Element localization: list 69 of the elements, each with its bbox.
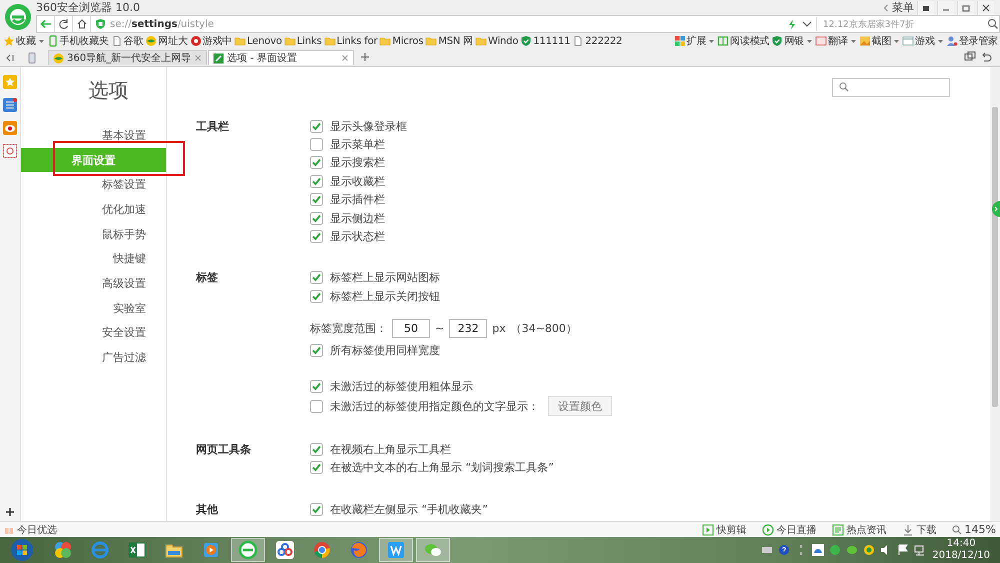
nav-item[interactable]: 鼠标手势 <box>21 222 166 246</box>
nav-item[interactable]: 广告过滤 <box>21 345 166 370</box>
option-label: 未激活过的标签使用指定颜色的文字显示： <box>330 398 539 414</box>
nav-item[interactable]: 安全设置 <box>21 320 166 346</box>
url-text[interactable]: se://settings/uistyle <box>110 18 214 30</box>
bookmark-link[interactable]: 111111 <box>533 36 570 46</box>
toolbar-button[interactable]: 阅读模式 <box>730 34 770 48</box>
nav-item[interactable]: 优化加速 <box>21 197 166 222</box>
clock-time: 14:40 <box>946 538 976 550</box>
toolbar-button[interactable]: 翻译 <box>828 34 848 48</box>
option-label: 未激活过的标签使用粗体显示 <box>330 378 473 394</box>
section-title: 工具栏 <box>196 118 230 134</box>
toolbar-button[interactable]: 截图 <box>872 34 892 48</box>
page-title: 选项 <box>88 76 128 104</box>
nav-item[interactable]: 基本设置 <box>21 123 166 148</box>
option-label: 所有标签使用同样宽度 <box>330 343 440 358</box>
option-label: 显示搜索栏 <box>330 155 385 170</box>
range-hint: （34~800） <box>510 321 577 336</box>
bookmark-link[interactable]: 222222 <box>585 36 622 46</box>
browser-tab[interactable]: 选项 - 界面设置 <box>208 50 354 65</box>
status-link[interactable]: 热点资讯 <box>846 522 887 536</box>
bookmark-link[interactable]: Links <box>296 36 322 46</box>
bookmark-link[interactable]: Links for <box>336 36 378 46</box>
number-field[interactable]: 232 <box>449 319 488 338</box>
option-label: 标签宽度范围： <box>310 321 387 336</box>
status-link[interactable]: 今日优选 <box>17 522 57 536</box>
option-label: 显示头像登录框 <box>330 118 407 134</box>
option-label: 标签栏上显示关闭按钮 <box>330 288 440 304</box>
toolbar-button[interactable]: 网银 <box>784 34 804 48</box>
nav-item[interactable]: 标签设置 <box>21 172 166 198</box>
range-separator: ~ <box>435 322 444 336</box>
bookmark-link[interactable]: Micros <box>392 36 424 46</box>
status-link[interactable]: 今日直播 <box>776 522 817 536</box>
nav-item[interactable]: 快捷键 <box>21 246 166 272</box>
status-link[interactable]: 下载 <box>916 522 937 536</box>
option-label: 显示菜单栏 <box>330 137 385 152</box>
option-label: 显示收藏栏 <box>330 174 385 189</box>
browser-tab[interactable]: 360导航_新一代安全上网导 <box>48 50 208 65</box>
unit-label: px <box>492 322 506 336</box>
bookmark-link[interactable]: 手机收藏夹 <box>60 34 109 48</box>
zoom-level[interactable]: 145% <box>964 523 996 536</box>
bookmark-link[interactable]: 游戏中 <box>202 34 232 48</box>
option-label: 标签栏上显示网站图标 <box>330 270 440 286</box>
menu-button[interactable]: 菜单 <box>892 0 914 15</box>
option-label: 显示插件栏 <box>330 192 385 208</box>
clock-date: 2018/12/10 <box>932 550 990 562</box>
option-label: 在被选中文本的右上角显示 “划词搜索工具条” <box>330 460 554 476</box>
section-title: 其他 <box>196 502 219 518</box>
toolbar-button[interactable]: 游戏 <box>915 34 935 48</box>
bookmark-link[interactable]: 谷歌 <box>124 34 144 48</box>
bookmark-link[interactable]: 收藏 <box>16 34 36 48</box>
bookmark-link[interactable]: Lenovo <box>247 36 282 46</box>
toolbar-button[interactable]: 登录管家 <box>958 34 998 48</box>
section-title: 网页工具条 <box>196 442 252 458</box>
bookmark-link[interactable]: MSN 网 <box>438 34 473 48</box>
option-label: 在收藏栏左侧显示 “手机收藏夹” <box>330 502 488 517</box>
option-label: 显示状态栏 <box>330 229 385 244</box>
number-field[interactable]: 50 <box>392 319 430 338</box>
option-label: 在视频右上角显示工具栏 <box>330 442 451 457</box>
section-title: 标签 <box>196 270 219 286</box>
bookmark-link[interactable]: 网址大 <box>158 34 188 48</box>
nav-item[interactable]: 高级设置 <box>21 271 166 296</box>
option-label: 显示侧边栏 <box>330 210 385 226</box>
nav-item[interactable]: 实验室 <box>21 296 166 320</box>
bookmark-link[interactable]: Windo <box>488 36 518 46</box>
status-link[interactable]: 快剪辑 <box>716 522 747 536</box>
window-title: 360安全浏览器 10.0 <box>36 0 141 15</box>
toolbar-button[interactable]: 扩展 <box>686 34 706 48</box>
set-color-button[interactable]: 设置颜色 <box>548 396 612 416</box>
